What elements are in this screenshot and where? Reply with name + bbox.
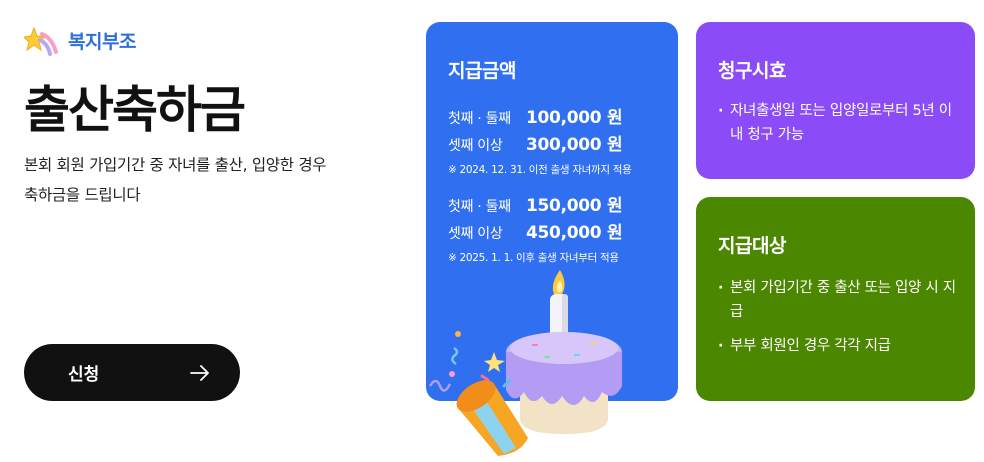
amount-row: 셋째 이상 450,000 원 <box>448 218 678 245</box>
brand: 복지부조 <box>24 24 136 56</box>
sparkle-star-icon <box>24 26 58 56</box>
target-card-title: 지급대상 <box>718 235 786 257</box>
claim-card-title: 청구시효 <box>718 60 786 82</box>
amount-note: ※ 2024. 12. 31. 이전 출생 자녀까지 적용 <box>448 164 632 176</box>
amount-row-label: 셋째 이상 <box>448 138 503 154</box>
claim-list: 자녀출생일 또는 입양일로부터 5년 이내 청구 가능 <box>718 99 975 147</box>
amount-note: ※ 2025. 1. 1. 이후 출생 자녀부터 적용 <box>448 252 619 264</box>
target-list: 본회 가입기간 중 출산 또는 입양 시 지급 부부 회원인 경우 각각 지급 <box>718 276 975 358</box>
amount-row-label: 첫째 · 둘째 <box>448 111 511 127</box>
amount-card-title: 지급금액 <box>448 60 516 82</box>
apply-button-label: 신청 <box>68 365 100 385</box>
amount-row: 첫째 · 둘째 100,000 원 <box>448 103 678 130</box>
amount-row-value: 450,000 원 <box>526 223 623 243</box>
amount-row-label: 첫째 · 둘째 <box>448 199 511 215</box>
amount-group-after: 첫째 · 둘째 150,000 원 셋째 이상 450,000 원 ※ 2025… <box>448 191 678 265</box>
amount-row: 첫째 · 둘째 150,000 원 <box>448 191 678 218</box>
amount-row-value: 100,000 원 <box>526 108 623 128</box>
amount-row-value: 300,000 원 <box>526 135 623 155</box>
list-item: 자녀출생일 또는 입양일로부터 5년 이내 청구 가능 <box>718 99 958 147</box>
apply-button[interactable]: 신청 <box>24 344 240 401</box>
target-card: 지급대상 본회 가입기간 중 출산 또는 입양 시 지급 부부 회원인 경우 각… <box>696 197 975 401</box>
claim-card: 청구시효 자녀출생일 또는 입양일로부터 5년 이내 청구 가능 <box>696 22 975 179</box>
list-item: 본회 가입기간 중 출산 또는 입양 시 지급 <box>718 276 958 324</box>
birthday-cake-party-popper-icon <box>428 270 622 456</box>
page-description: 본회 회원 가입기간 중 자녀를 출산, 입양한 경우 축하금을 드립니다 <box>24 156 327 204</box>
amount-row-label: 셋째 이상 <box>448 226 503 242</box>
brand-label: 복지부조 <box>68 30 136 53</box>
page-title: 출산축하금 <box>24 81 246 139</box>
amount-row: 셋째 이상 300,000 원 <box>448 130 678 157</box>
amount-row-value: 150,000 원 <box>526 196 623 216</box>
arrow-right-icon <box>190 364 209 381</box>
list-item: 부부 회원인 경우 각각 지급 <box>718 334 958 358</box>
amount-group-before: 첫째 · 둘째 100,000 원 셋째 이상 300,000 원 ※ 2024… <box>448 103 678 177</box>
